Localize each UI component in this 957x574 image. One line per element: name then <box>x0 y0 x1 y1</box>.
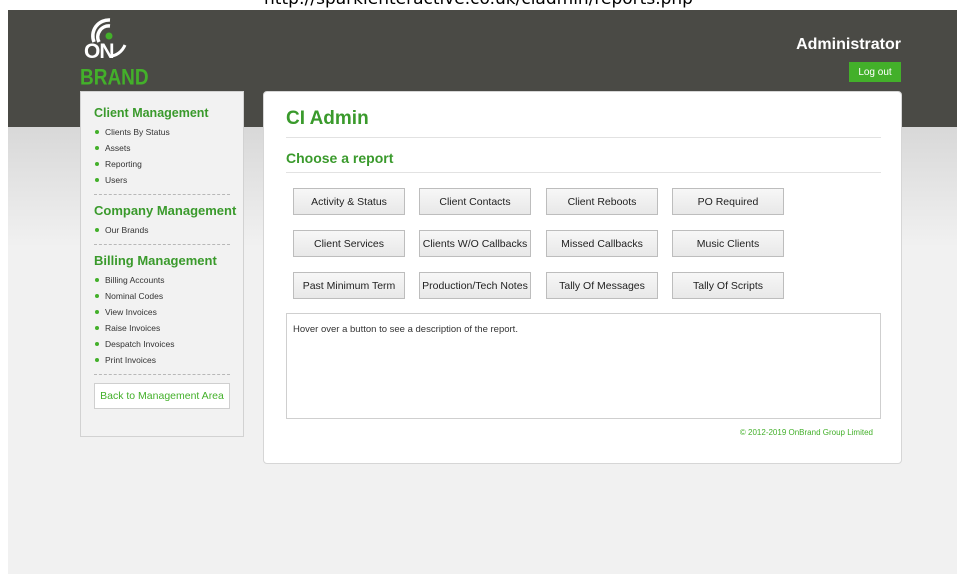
bullet-icon <box>95 228 99 232</box>
browser-url-bar[interactable]: http://sparklenteractive.co.uk/ciadmin/r… <box>0 0 957 10</box>
sidebar-item-view-invoices[interactable]: View Invoices <box>94 304 230 320</box>
section-title: Choose a report <box>286 150 394 166</box>
divider <box>286 172 881 173</box>
reports-panel: CI Admin Choose a report Activity & Stat… <box>263 91 902 464</box>
user-title: Administrator <box>796 36 901 53</box>
copyright-text: © 2012-2019 OnBrand Group Limited <box>739 428 873 437</box>
bullet-icon <box>95 162 99 166</box>
bullet-icon <box>95 130 99 134</box>
browser-url: http://sparklenteractive.co.uk/ciadmin/r… <box>0 0 957 8</box>
report-activity-status-button[interactable]: Activity & Status <box>293 188 405 215</box>
bullet-icon <box>95 310 99 314</box>
divider <box>286 137 881 138</box>
back-to-management-button[interactable]: Back to Management Area <box>94 383 230 409</box>
bullet-icon <box>95 358 99 362</box>
billing-management-list: Billing Accounts Nominal Codes View Invo… <box>94 272 230 368</box>
report-music-clients-button[interactable]: Music Clients <box>672 230 784 257</box>
report-tally-of-scripts-button[interactable]: Tally Of Scripts <box>672 272 784 299</box>
report-missed-callbacks-button[interactable]: Missed Callbacks <box>546 230 658 257</box>
divider <box>94 374 230 375</box>
company-management-list: Our Brands <box>94 222 230 238</box>
bullet-icon <box>95 278 99 282</box>
page-viewport: ON BRAND Administrator Log out Client Ma… <box>8 10 957 574</box>
bullet-icon <box>95 146 99 150</box>
sidebar: Client Management Clients By Status Asse… <box>80 91 244 437</box>
report-tally-of-messages-button[interactable]: Tally Of Messages <box>546 272 658 299</box>
sidebar-item-billing-accounts[interactable]: Billing Accounts <box>94 272 230 288</box>
report-past-minimum-term-button[interactable]: Past Minimum Term <box>293 272 405 299</box>
divider <box>94 194 230 195</box>
bullet-icon <box>95 178 99 182</box>
sidebar-item-reporting[interactable]: Reporting <box>94 156 230 172</box>
bullet-icon <box>95 326 99 330</box>
sidebar-item-nominal-codes[interactable]: Nominal Codes <box>94 288 230 304</box>
sidebar-item-despatch-invoices[interactable]: Despatch Invoices <box>94 336 230 352</box>
report-client-contacts-button[interactable]: Client Contacts <box>419 188 531 215</box>
sidebar-item-print-invoices[interactable]: Print Invoices <box>94 352 230 368</box>
onbrand-logo[interactable]: ON BRAND <box>80 16 150 91</box>
billing-management-heading: Billing Management <box>94 253 217 268</box>
bullet-icon <box>95 342 99 346</box>
report-clients-wo-callbacks-button[interactable]: Clients W/O Callbacks <box>419 230 531 257</box>
bullet-icon <box>95 294 99 298</box>
report-client-services-button[interactable]: Client Services <box>293 230 405 257</box>
divider <box>94 244 230 245</box>
report-production-tech-notes-button[interactable]: Production/Tech Notes <box>419 272 531 299</box>
report-description-box: Hover over a button to see a description… <box>286 313 881 419</box>
client-management-list: Clients By Status Assets Reporting Users <box>94 124 230 188</box>
sidebar-item-raise-invoices[interactable]: Raise Invoices <box>94 320 230 336</box>
sidebar-item-clients-by-status[interactable]: Clients By Status <box>94 124 230 140</box>
sidebar-item-our-brands[interactable]: Our Brands <box>94 222 230 238</box>
report-client-reboots-button[interactable]: Client Reboots <box>546 188 658 215</box>
company-management-heading: Company Management <box>94 203 237 218</box>
report-po-required-button[interactable]: PO Required <box>672 188 784 215</box>
sidebar-item-users[interactable]: Users <box>94 172 230 188</box>
logo-text-brand: BRAND <box>80 66 149 91</box>
page-title: CI Admin <box>286 108 369 129</box>
logout-button[interactable]: Log out <box>849 62 901 82</box>
sidebar-item-assets[interactable]: Assets <box>94 140 230 156</box>
client-management-heading: Client Management <box>94 106 209 120</box>
